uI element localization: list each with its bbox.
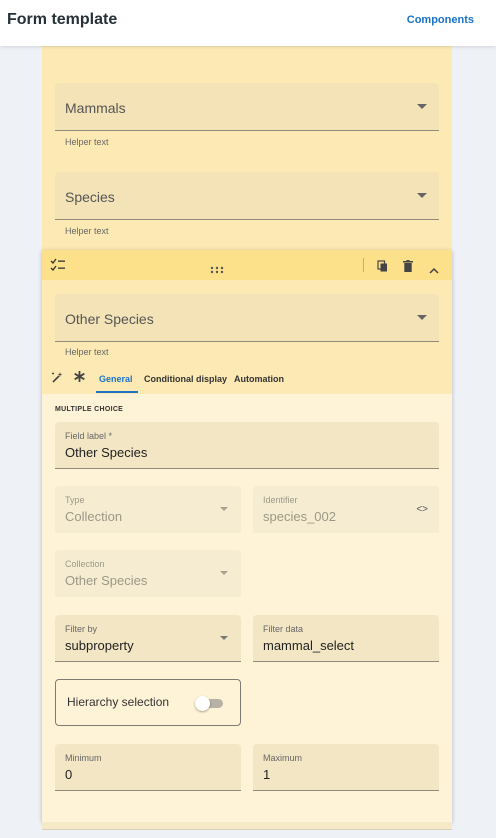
tab-conditional-display[interactable]: Conditional display — [144, 374, 227, 384]
checklist-icon — [50, 258, 66, 277]
hierarchy-selection-toggle[interactable] — [195, 696, 223, 711]
chevron-up-icon[interactable] — [429, 261, 439, 279]
maximum-input[interactable]: Maximum 1 — [253, 744, 439, 791]
other-species-preview-value: Other Species — [65, 311, 154, 327]
type-label: Type — [65, 495, 85, 505]
field-label-value: Other Species — [65, 445, 148, 460]
field-preview-area: Other Species Helper text General Condit… — [42, 280, 452, 394]
mammals-helper-text: Helper text — [65, 137, 109, 147]
toggle-knob — [195, 696, 210, 711]
field-label-input[interactable]: Field label * Other Species — [55, 422, 439, 469]
identifier-value: species_002 — [263, 509, 336, 524]
field-label-label: Field label * — [65, 431, 113, 441]
filter-by-label: Filter by — [65, 624, 98, 634]
dropdown-arrow-icon — [417, 315, 427, 320]
asterisk-icon[interactable] — [73, 370, 86, 388]
section-label: MULTIPLE CHOICE — [55, 406, 124, 413]
header-separator — [363, 258, 364, 272]
maximum-value: 1 — [263, 767, 271, 782]
app-bar: Form template Components — [0, 0, 496, 46]
filter-data-label: Filter data — [263, 624, 304, 634]
filter-by-select[interactable]: Filter by subproperty — [55, 615, 241, 662]
collection-label: Collection — [65, 559, 105, 569]
dropdown-arrow-icon — [220, 571, 228, 575]
hierarchy-selection-box: Hierarchy selection — [55, 679, 241, 726]
species-select-value: Species — [65, 189, 115, 205]
tab-automation[interactable]: Automation — [234, 374, 284, 384]
mammals-select[interactable]: Mammals — [55, 83, 439, 131]
species-helper-text: Helper text — [65, 226, 109, 236]
minimum-input[interactable]: Minimum 0 — [55, 744, 241, 791]
maximum-label: Maximum — [263, 753, 303, 763]
minimum-value: 0 — [65, 767, 73, 782]
collection-value: Other Species — [65, 573, 148, 588]
identifier-label: Identifier — [263, 495, 298, 505]
dropdown-arrow-icon — [417, 193, 427, 198]
filter-data-value: mammal_select — [263, 638, 355, 653]
type-value: Collection — [65, 509, 123, 524]
type-select: Type Collection — [55, 486, 241, 533]
drag-handle-icon[interactable] — [210, 261, 224, 274]
dropdown-arrow-icon — [220, 636, 228, 640]
components-link[interactable]: Components — [407, 14, 474, 26]
collection-select: Collection Other Species — [55, 550, 241, 597]
filter-data-input[interactable]: Filter data mammal_select — [253, 615, 439, 662]
filter-by-value: subproperty — [65, 638, 134, 653]
next-card-edge — [42, 822, 452, 830]
magic-wand-icon[interactable] — [51, 371, 64, 389]
mammals-select-value: Mammals — [65, 100, 126, 116]
code-icon[interactable]: <> — [416, 504, 428, 515]
page-title: Form template — [7, 11, 118, 28]
copy-icon[interactable] — [377, 259, 388, 277]
previous-fields-card: Mammals Helper text Species Helper text — [42, 40, 452, 252]
other-species-helper-text: Helper text — [65, 347, 109, 357]
dropdown-arrow-icon — [220, 507, 228, 511]
settings-tabs: General Conditional display Automation — [42, 364, 452, 394]
active-field-card: Other Species Helper text General Condit… — [42, 250, 452, 822]
active-tab-indicator — [96, 391, 138, 393]
hierarchy-selection-label: Hierarchy selection — [67, 695, 170, 709]
other-species-preview-select[interactable]: Other Species — [55, 294, 439, 342]
dropdown-arrow-icon — [417, 104, 427, 109]
tab-general[interactable]: General — [99, 374, 133, 384]
identifier-field: Identifier species_002 <> — [253, 486, 439, 533]
delete-icon[interactable] — [403, 259, 413, 277]
minimum-label: Minimum — [65, 753, 102, 763]
species-select[interactable]: Species — [55, 172, 439, 220]
card-header — [42, 250, 452, 280]
